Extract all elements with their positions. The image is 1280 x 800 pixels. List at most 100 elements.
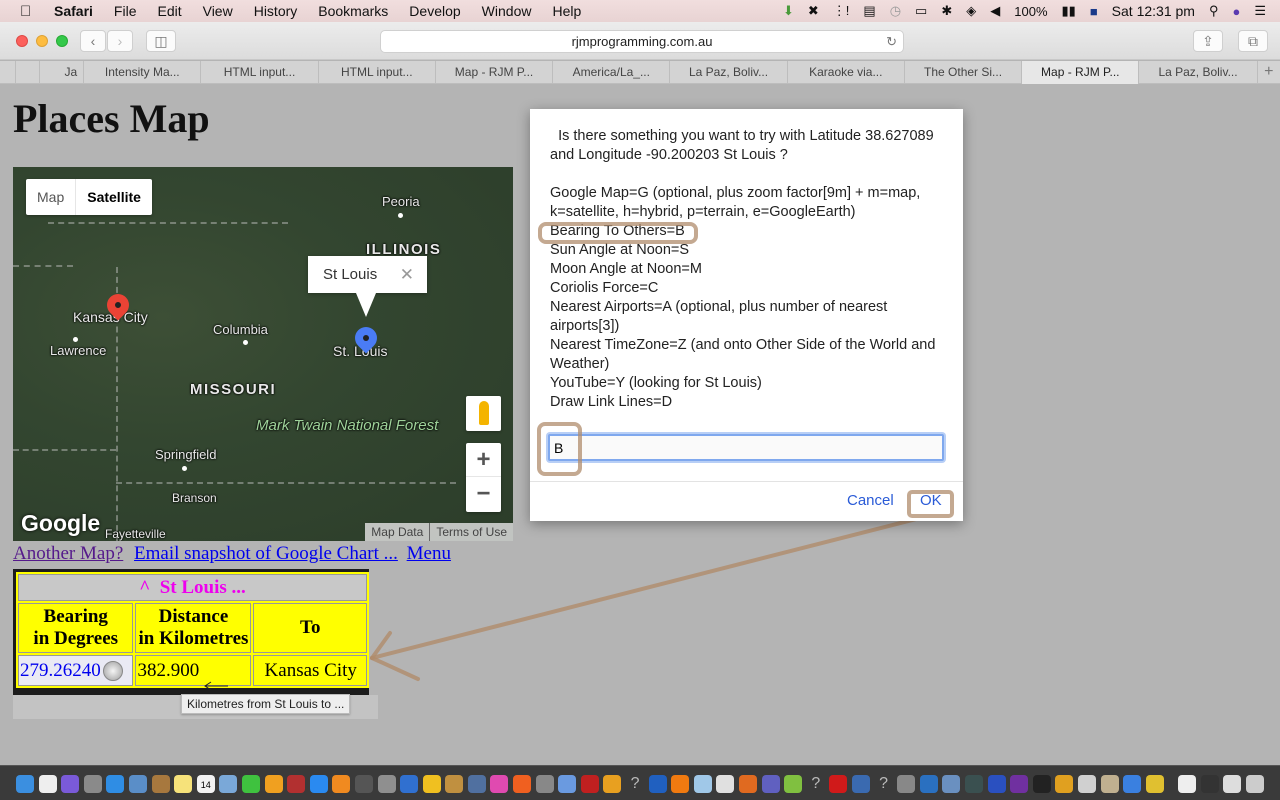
vscode-icon[interactable] — [919, 774, 938, 793]
network-icon[interactable] — [535, 774, 554, 793]
wifi-icon[interactable]: ◈ — [966, 3, 976, 19]
grid-icon[interactable] — [964, 774, 983, 793]
menu-view[interactable]: View — [203, 3, 233, 19]
chrome-icon[interactable] — [603, 774, 622, 793]
airplay-icon[interactable]: ▭ — [915, 3, 927, 19]
menu-link[interactable]: Menu — [407, 543, 451, 564]
another-map-link[interactable]: Another Map? — [13, 543, 123, 564]
colors-icon[interactable] — [1055, 774, 1074, 793]
tab-item[interactable]: HTML input... — [317, 61, 435, 84]
map-type-map-button[interactable]: Map — [26, 179, 75, 215]
unknown-icon[interactable]: ? — [807, 775, 825, 793]
download-icon[interactable]: ⬇ — [783, 3, 794, 19]
map-data-link[interactable]: Map Data — [365, 523, 429, 541]
siri-icon[interactable] — [61, 774, 80, 793]
tab-item[interactable]: Karaoke via... — [786, 61, 904, 84]
finder-icon[interactable] — [16, 774, 34, 793]
forward-button[interactable]: › — [107, 30, 133, 52]
cube-icon[interactable] — [693, 774, 712, 793]
textedit2-icon[interactable] — [1100, 774, 1119, 793]
terms-of-use-link[interactable]: Terms of Use — [429, 523, 513, 541]
address-bar[interactable]: rjmprogramming.com.au ↻ — [380, 30, 904, 53]
zoom-in-button[interactable]: + — [466, 443, 501, 477]
tab-item[interactable]: The Other Si... — [903, 61, 1021, 84]
unknown2-icon[interactable]: ? — [875, 775, 893, 793]
minimize-window-button[interactable] — [36, 35, 48, 47]
contacts-icon[interactable] — [151, 774, 170, 793]
doc3-icon[interactable] — [1223, 774, 1242, 793]
bluetooth-icon[interactable]: ✱ — [941, 3, 952, 19]
launchpad-icon[interactable] — [83, 774, 102, 793]
keychain-icon[interactable] — [1145, 774, 1164, 793]
siri-icon[interactable]: ● — [1232, 4, 1240, 19]
grab-icon[interactable] — [377, 774, 396, 793]
opera-icon[interactable] — [829, 774, 848, 793]
tab-item[interactable]: Intensity Ma... — [83, 61, 200, 84]
battery-percent[interactable]: 100% — [1014, 4, 1047, 19]
menu-window[interactable]: Window — [482, 3, 532, 19]
close-icon[interactable]: ✕ — [400, 256, 414, 293]
system-prefs-icon[interactable] — [354, 774, 373, 793]
close-window-button[interactable] — [16, 35, 28, 47]
share-button[interactable]: ⇪ — [1193, 30, 1223, 52]
time-machine-icon[interactable]: ◷ — [890, 3, 901, 19]
photos-icon[interactable] — [264, 774, 283, 793]
tab-item[interactable]: La Paz, Boliv... — [1138, 61, 1256, 84]
tab-item[interactable]: Map - RJM P... — [434, 61, 552, 84]
notes-icon[interactable] — [174, 774, 193, 793]
email-snapshot-link[interactable]: Email snapshot of Google Chart ... — [134, 543, 398, 564]
app-store-icon[interactable] — [309, 774, 328, 793]
avast-icon[interactable] — [513, 774, 532, 793]
safari-icon[interactable] — [106, 774, 125, 793]
tab-overview-button[interactable]: ⧉ — [1238, 30, 1268, 52]
swift-icon[interactable] — [987, 774, 1006, 793]
terminal-icon[interactable] — [1032, 774, 1051, 793]
menu-edit[interactable]: Edit — [157, 3, 181, 19]
clock[interactable]: Sat 12:31 pm — [1112, 3, 1195, 19]
automator-icon[interactable] — [897, 774, 916, 793]
file-icon[interactable] — [38, 774, 57, 793]
image-capture-icon[interactable] — [467, 774, 486, 793]
drop-icon[interactable] — [1077, 774, 1096, 793]
tab-item[interactable]: HTML input... — [200, 61, 317, 84]
xcode-icon[interactable] — [400, 774, 419, 793]
zoom-out-button[interactable]: − — [466, 477, 501, 511]
tab-item[interactable]: Ja — [38, 61, 83, 84]
gimp-icon[interactable] — [445, 774, 464, 793]
menu-develop[interactable]: Develop — [409, 3, 460, 19]
itunes-icon[interactable] — [490, 774, 509, 793]
trash-icon[interactable] — [1246, 774, 1265, 793]
map-type-satellite-button[interactable]: Satellite — [75, 179, 152, 215]
menu-bookmarks[interactable]: Bookmarks — [318, 3, 388, 19]
cancel-button[interactable]: Cancel — [847, 492, 894, 509]
facetime-icon[interactable] — [241, 774, 260, 793]
github-icon[interactable] — [1010, 774, 1029, 793]
quicktime-icon[interactable] — [648, 774, 667, 793]
street-view-pegman[interactable] — [466, 396, 501, 431]
folder-icon[interactable] — [1123, 774, 1142, 793]
flag-icon[interactable]: ■ — [1090, 4, 1098, 19]
wikipedia-icon[interactable] — [422, 774, 441, 793]
spotlight-search-icon[interactable]: ⚲ — [1209, 3, 1219, 19]
avast-icon[interactable]: ✖ — [808, 3, 819, 19]
notification-center-icon[interactable]: ☰ — [1254, 3, 1266, 19]
image-icon[interactable] — [942, 774, 961, 793]
firefox-icon[interactable] — [739, 774, 757, 793]
tab-item[interactable]: America/La_... — [552, 61, 669, 84]
menu-help[interactable]: Help — [552, 3, 581, 19]
tab-pinned-2[interactable] — [14, 61, 39, 84]
apple-menu-icon[interactable]:  — [20, 3, 38, 20]
menu-safari[interactable]: Safari — [54, 3, 93, 19]
textedit-icon[interactable] — [716, 774, 735, 793]
cell-bearing[interactable]: 279.26240 — [18, 655, 134, 686]
menu-file[interactable]: File — [114, 3, 137, 19]
filezilla-icon[interactable] — [580, 774, 599, 793]
ibooks-icon[interactable] — [332, 774, 351, 793]
tab-item[interactable]: La Paz, Boliv... — [669, 61, 786, 84]
audio-meter-icon[interactable]: ⋮! — [833, 3, 850, 19]
php-icon[interactable] — [761, 774, 780, 793]
doc1-icon[interactable] — [1178, 774, 1197, 793]
vlc-icon[interactable] — [671, 774, 690, 793]
menu-history[interactable]: History — [254, 3, 298, 19]
volume-icon[interactable]: ◀ — [990, 3, 1000, 19]
